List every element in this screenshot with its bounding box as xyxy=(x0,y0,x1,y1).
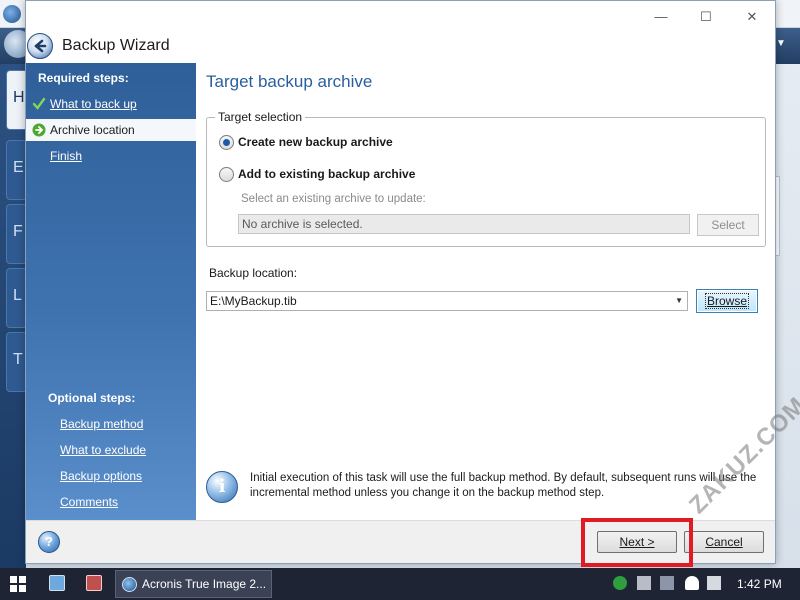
step-backup-options[interactable]: Backup options xyxy=(60,469,142,483)
step-comments[interactable]: Comments xyxy=(60,495,118,509)
page-title: Target backup archive xyxy=(206,72,373,91)
chevron-down-icon[interactable]: ▼ xyxy=(776,38,786,49)
target-selection-legend: Target selection xyxy=(215,110,306,124)
taskbar: Acronis True Image 2... 1:42 PM xyxy=(0,568,800,600)
close-button[interactable]: ✕ xyxy=(737,7,767,27)
info-icon: i xyxy=(206,471,238,503)
backup-location-value: E:\MyBackup.tib xyxy=(210,294,297,308)
clock[interactable]: 1:42 PM xyxy=(737,577,782,591)
browse-button[interactable]: Browse xyxy=(696,289,758,313)
step-archive-location[interactable]: Archive location xyxy=(26,119,196,141)
radio-create-new-archive[interactable]: Create new backup archive xyxy=(219,134,393,152)
acronis-task-icon xyxy=(122,577,137,592)
radio-selected-icon[interactable] xyxy=(219,135,234,151)
next-button-highlight xyxy=(581,518,693,567)
wizard-content: Target backup archive Target selection C… xyxy=(196,63,775,520)
radio-unselected-icon[interactable] xyxy=(219,167,234,183)
taskbar-acronis-task[interactable]: Acronis True Image 2... xyxy=(115,570,272,598)
pinned-app-2-icon[interactable] xyxy=(86,575,102,591)
current-step-arrow-icon xyxy=(32,123,46,137)
existing-archive-field: No archive is selected. xyxy=(238,214,690,234)
backup-location-combobox[interactable]: E:\MyBackup.tib ▼ xyxy=(206,291,688,311)
checkmark-icon xyxy=(32,97,46,110)
back-arrow-icon[interactable] xyxy=(27,33,53,59)
optional-steps-heading: Optional steps: xyxy=(48,391,136,405)
acronis-logo-icon xyxy=(3,5,21,23)
tray-monitor-icon[interactable] xyxy=(660,576,674,590)
minimize-button[interactable]: — xyxy=(646,7,676,27)
backup-location-label: Backup location: xyxy=(209,266,298,280)
tray-play-icon[interactable] xyxy=(613,576,627,590)
required-steps-heading: Required steps: xyxy=(38,71,129,85)
dialog-footer: ? Next > Cancel xyxy=(26,518,775,567)
step-what-to-exclude[interactable]: What to exclude xyxy=(60,443,146,457)
background-panel xyxy=(776,176,780,256)
tray-cloud-icon[interactable] xyxy=(685,576,699,590)
backup-wizard-dialog: — ☐ ✕ Backup Wizard Required steps: What… xyxy=(25,0,776,567)
maximize-button[interactable]: ☐ xyxy=(691,7,721,27)
select-archive-button: Select xyxy=(697,214,759,236)
step-finish[interactable]: Finish xyxy=(26,145,196,167)
step-what-to-back-up[interactable]: What to back up xyxy=(26,93,196,115)
cancel-button[interactable]: Cancel xyxy=(684,531,764,553)
existing-archive-hint: Select an existing archive to update: xyxy=(241,193,426,205)
volume-icon[interactable] xyxy=(707,576,721,590)
target-selection-group: Target selection Create new backup archi… xyxy=(206,110,766,247)
radio-add-to-existing-archive[interactable]: Add to existing backup archive xyxy=(219,166,415,184)
step-backup-method[interactable]: Backup method xyxy=(60,417,143,431)
help-button[interactable]: ? xyxy=(38,531,60,553)
dropdown-arrow-icon[interactable]: ▼ xyxy=(675,292,683,310)
steps-panel: Required steps: What to back up Archive … xyxy=(26,63,196,520)
dialog-title: Backup Wizard xyxy=(62,37,170,54)
tray-network-icon[interactable] xyxy=(637,576,651,590)
windows-start-icon[interactable] xyxy=(10,576,26,592)
pinned-app-icon[interactable] xyxy=(49,575,65,591)
dialog-titlebar: — ☐ ✕ Backup Wizard xyxy=(26,1,775,63)
background-sidebar: H E F L T xyxy=(0,64,28,568)
